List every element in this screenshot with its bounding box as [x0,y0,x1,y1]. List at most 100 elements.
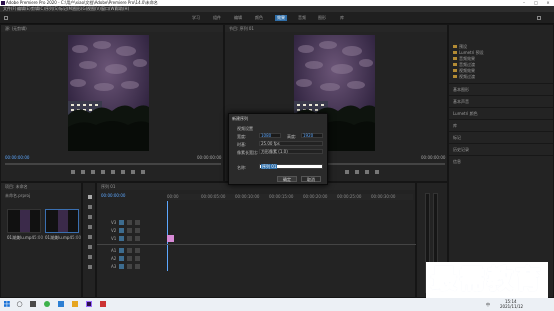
section-essential-graphics[interactable]: 基本图形 [453,87,469,92]
program-monitor-title[interactable]: 节目: 序列 01 [229,26,254,31]
eye-icon[interactable] [135,220,140,225]
pixel-aspect-select[interactable]: 方形像素 (1.0) [259,149,323,154]
track-v1: V1 [97,235,417,242]
clip-thumbnail[interactable] [45,209,79,233]
clip-duration: 5:00 [72,235,81,240]
effects-item-presets[interactable]: 预设 [459,44,467,49]
solo-icon[interactable] [135,256,140,261]
timeline-title[interactable]: 序列 01 [101,184,115,189]
premiere-taskbar-icon[interactable] [86,301,92,307]
mark-in-icon[interactable] [71,170,75,174]
lock-icon[interactable] [127,236,132,241]
track-target-button[interactable] [119,236,124,241]
mute-icon[interactable] [127,256,132,261]
track-label: V3 [111,220,117,225]
eye-icon[interactable] [135,236,140,241]
app-icon[interactable] [100,301,106,307]
ruler-tick: 00:00:10:00 [235,194,260,199]
export-frame-icon[interactable] [365,170,369,174]
effects-item-lumetri[interactable]: Lumetri 预设 [459,50,484,55]
new-sequence-dialog: 新建序列 视频设置 宽度: 1080 高度: 1920 时基: 25.00 fp… [228,113,328,185]
workspace-editing[interactable]: 编辑 [234,15,242,21]
taskbar-search-icon[interactable]: ○ [14,300,25,309]
workspace-libraries[interactable]: 库 [340,15,344,21]
windows-start-icon[interactable] [4,301,10,307]
extract-icon[interactable] [355,170,359,174]
solo-icon[interactable] [135,264,140,269]
track-target-button[interactable] [119,248,124,253]
folder-icon[interactable] [72,301,78,307]
workspace-assembly[interactable]: 组件 [213,15,221,21]
cancel-button[interactable]: 取消 [301,176,321,182]
source-timecode: 00:00:00:00 [5,155,30,160]
task-view-icon[interactable] [30,301,36,307]
timebase-select[interactable]: 25.00 fps [259,141,323,146]
step-forward-icon[interactable] [111,170,115,174]
workspace-learn[interactable]: 学习 [192,15,200,21]
export-frame-icon[interactable] [141,170,145,174]
track-select-tool-icon[interactable] [88,205,92,209]
effects-item-video-effects[interactable]: 视频效果 [459,68,475,73]
source-monitor-title[interactable]: 源: (无剪辑) [5,26,27,31]
effects-item-audio-effects[interactable]: 音频效果 [459,56,475,61]
pen-tool-icon[interactable] [88,245,92,249]
section-essential-sound[interactable]: 基本声音 [453,99,469,104]
explorer-icon[interactable] [58,301,64,307]
folder-icon [453,63,457,66]
ruler-tick: 00:00:30:00 [371,194,396,199]
track-target-button[interactable] [119,264,124,269]
effects-item-audio-transitions[interactable]: 音频过渡 [459,62,475,67]
workspace-effects[interactable]: 效果 [275,15,287,21]
home-icon[interactable] [4,16,8,20]
clip-duration: 5:00 [34,235,43,240]
video-clip[interactable] [167,235,174,242]
tray-date[interactable]: 2021/11/12 [500,304,523,309]
workspace-graphics[interactable]: 图形 [318,15,326,21]
track-divider [97,244,417,245]
lock-icon[interactable] [127,220,132,225]
insert-icon[interactable] [121,170,125,174]
section-lumetri-color[interactable]: Lumetri 颜色 [453,111,478,116]
source-scrub-bar[interactable] [5,163,221,165]
lock-icon[interactable] [127,228,132,233]
type-tool-icon[interactable] [88,265,92,269]
section-history[interactable]: 历史记录 [453,147,469,152]
ripple-edit-tool-icon[interactable] [88,215,92,219]
settings-icon[interactable] [375,170,379,174]
selection-tool-icon[interactable] [88,195,92,199]
section-info[interactable]: 信息 [453,159,461,164]
mark-out-icon[interactable] [81,170,85,174]
lift-icon[interactable] [345,170,349,174]
effects-item-video-transitions[interactable]: 视频过渡 [459,74,475,79]
workspace-color[interactable]: 颜色 [255,15,263,21]
eye-icon[interactable] [135,228,140,233]
effects-panel: 预设 Lumetri 预设 音频效果 音频过渡 视频效果 视频过渡 基本图形 基… [448,24,554,298]
track-target-button[interactable] [119,228,124,233]
play-icon[interactable] [101,170,105,174]
section-libraries[interactable]: 库 [453,123,457,128]
hand-tool-icon[interactable] [88,255,92,259]
height-field[interactable]: 1920 [301,133,323,138]
search-icon[interactable] [537,16,541,20]
pixel-aspect-label: 像素长宽比: [237,150,259,155]
mute-icon[interactable] [127,264,132,269]
tray-language[interactable]: 中 [486,302,490,308]
track-target-button[interactable] [119,256,124,261]
slip-tool-icon[interactable] [88,235,92,239]
razor-tool-icon[interactable] [88,225,92,229]
project-panel-title[interactable]: 项目: 未命名 [5,184,28,189]
solo-icon[interactable] [135,248,140,253]
track-target-button[interactable] [119,220,124,225]
step-back-icon[interactable] [91,170,95,174]
mute-icon[interactable] [127,248,132,253]
ok-button[interactable]: 确定 [277,176,297,182]
track-label: A1 [111,248,117,253]
section-markers[interactable]: 标记 [453,135,461,140]
width-field[interactable]: 1080 [259,133,281,138]
browser-icon[interactable] [44,301,50,307]
sequence-name-field[interactable]: 序列 01 [259,164,323,169]
overwrite-icon[interactable] [131,170,135,174]
timeline-ruler[interactable]: 00:00 00:00:05:00 00:00:10:00 00:00:15:0… [167,194,413,200]
clip-thumbnail[interactable] [7,209,41,233]
workspace-audio[interactable]: 音频 [298,15,306,21]
